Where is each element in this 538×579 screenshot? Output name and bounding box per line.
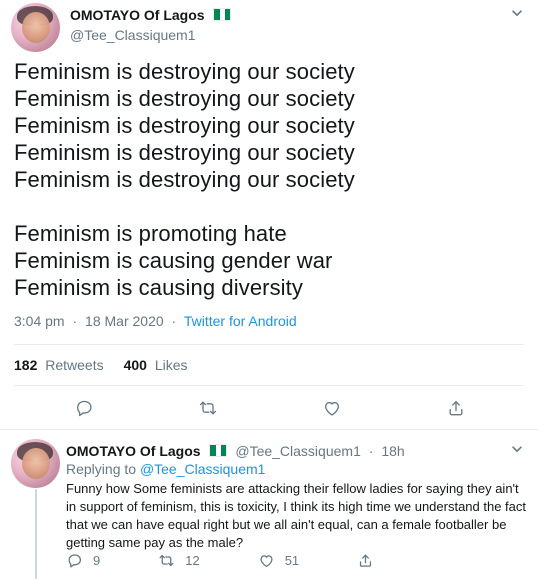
like-icon	[325, 401, 339, 416]
main-tweet: OMOTAYO Of Lagos @Tee_Classiquem1 Femini…	[0, 0, 538, 430]
reply-tweet[interactable]: OMOTAYO Of Lagos @Tee_Classiquem1 · 18h …	[0, 430, 538, 579]
reply-author-handle[interactable]: @Tee_Classiquem1	[235, 443, 361, 459]
tweet-line-spacer	[14, 193, 514, 220]
retweet-icon	[199, 401, 217, 415]
reply-time[interactable]: 18h	[381, 443, 404, 459]
retweets-stat[interactable]: 182 Retweets	[14, 356, 104, 374]
nigeria-flag-icon	[209, 444, 228, 457]
likes-label: Likes	[154, 357, 188, 373]
share-icon	[449, 401, 463, 416]
tweet-line: Feminism is promoting hate	[14, 221, 287, 246]
tweet-line: Feminism is destroying our society	[14, 86, 355, 111]
reply-icon	[77, 400, 92, 417]
likes-count: 400	[123, 357, 147, 373]
chevron-down-icon[interactable]	[510, 442, 524, 456]
timestamp-time[interactable]: 3:04 pm	[14, 313, 65, 329]
author-name[interactable]: OMOTAYO Of Lagos	[70, 7, 205, 23]
reply-share-button[interactable]	[357, 552, 384, 569]
tweet-line: Feminism is destroying our society	[14, 167, 355, 192]
retweet-button[interactable]	[196, 396, 220, 420]
tweet-meta: 3:04 pm · 18 Mar 2020 · Twitter for Andr…	[14, 312, 297, 330]
avatar-face	[22, 448, 50, 479]
reply-header-separator: ·	[368, 443, 374, 459]
author-name-row[interactable]: OMOTAYO Of Lagos	[70, 6, 232, 24]
tweet-stats: 182 Retweets 400 Likes	[14, 344, 524, 386]
reply-like-button[interactable]: 51	[258, 552, 299, 569]
likes-stat[interactable]: 400 Likes	[124, 356, 188, 374]
timestamp-date[interactable]: 18 Mar 2020	[85, 313, 164, 329]
like-button[interactable]	[320, 396, 344, 420]
replying-to-handle[interactable]: @Tee_Classiquem1	[140, 461, 266, 477]
tweet-text: Feminism is destroying our society Femin…	[14, 58, 514, 301]
reply-retweet-button[interactable]: 12	[158, 552, 200, 569]
reply-author-name[interactable]: OMOTAYO Of Lagos	[66, 443, 201, 459]
tweet-line: Feminism is destroying our society	[14, 140, 355, 165]
reply-button[interactable]	[72, 396, 96, 420]
reply-header: OMOTAYO Of Lagos @Tee_Classiquem1 · 18h	[66, 442, 405, 460]
reply-icon	[68, 553, 82, 568]
meta-dot: ·	[171, 313, 177, 329]
reply-actions: 9 12 51	[66, 550, 486, 570]
like-icon	[260, 554, 273, 567]
nigeria-flag-icon	[213, 8, 232, 21]
reply-reply-button[interactable]: 9	[66, 552, 100, 569]
tweet-line: Feminism is destroying our society	[14, 59, 355, 84]
tweet-actions	[14, 386, 524, 430]
tweet-line: Feminism is causing gender war	[14, 248, 333, 273]
tweet-thread-view: OMOTAYO Of Lagos @Tee_Classiquem1 Femini…	[0, 0, 538, 579]
timestamp-dot: ·	[72, 313, 78, 329]
author-handle[interactable]: @Tee_Classiquem1	[70, 26, 196, 44]
replying-to: Replying to @Tee_Classiquem1	[66, 460, 265, 478]
share-icon	[360, 554, 372, 567]
avatar-face	[22, 12, 50, 43]
share-button[interactable]	[444, 396, 468, 420]
retweets-count: 182	[14, 357, 38, 373]
tweet-line: Feminism is destroying our society	[14, 113, 355, 138]
retweets-label: Retweets	[45, 357, 104, 373]
avatar[interactable]	[11, 3, 60, 52]
retweet-count: 12	[185, 552, 200, 568]
retweet-icon	[159, 554, 174, 566]
tweet-line: Feminism is causing diversity	[14, 275, 303, 300]
reply-count: 9	[93, 552, 101, 568]
reply-text: Funny how Some feminists are attacking t…	[66, 481, 527, 550]
chevron-down-icon[interactable]	[510, 6, 524, 20]
like-count: 51	[284, 552, 300, 568]
thread-connector	[35, 489, 37, 579]
tweet-source[interactable]: Twitter for Android	[184, 313, 297, 329]
replying-to-label: Replying to	[66, 461, 137, 477]
avatar[interactable]	[11, 439, 60, 488]
